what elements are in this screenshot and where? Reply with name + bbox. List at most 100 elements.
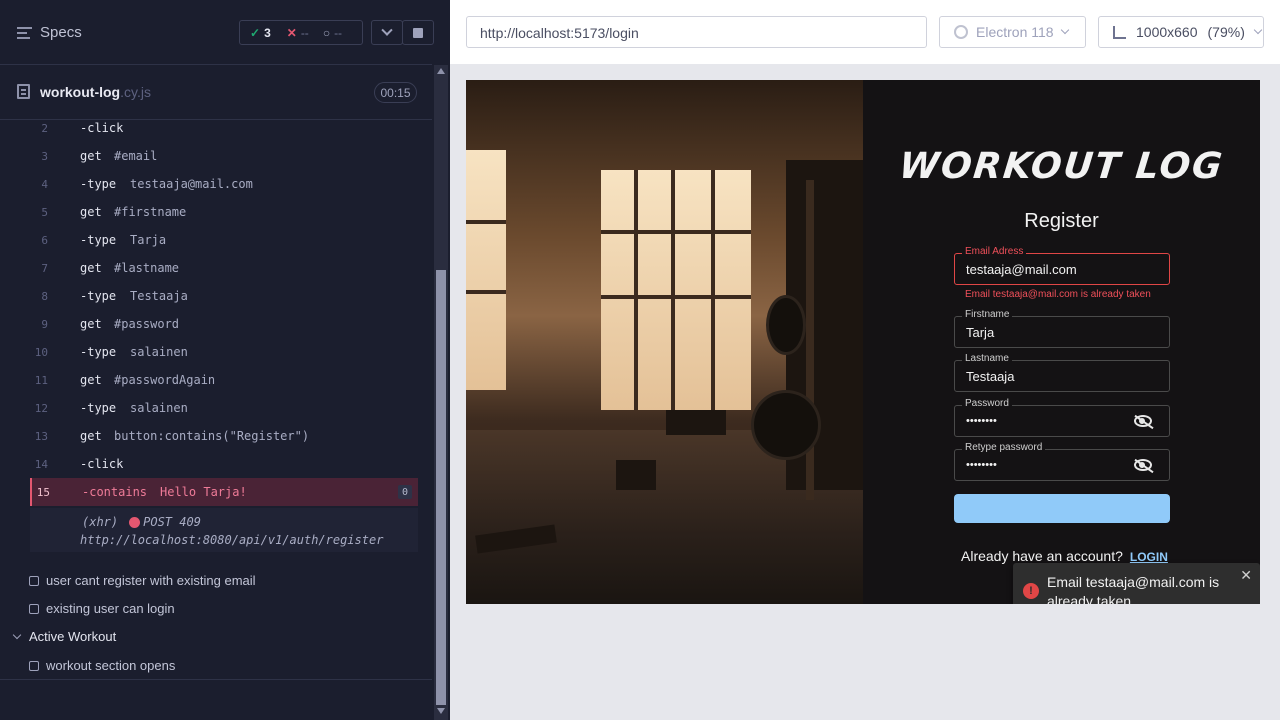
chevron-down-icon bbox=[1253, 25, 1263, 35]
browser-selector[interactable]: Electron 118 bbox=[939, 16, 1086, 48]
failed-count: -- bbox=[300, 25, 309, 40]
test-title: user cant register with existing email bbox=[46, 573, 256, 588]
retype-password-label: Retype password bbox=[962, 442, 1046, 453]
url-bar[interactable]: http://localhost:5173/login bbox=[466, 16, 927, 48]
command-row[interactable]: 11 get #passwordAgain bbox=[30, 366, 418, 394]
command-name: get bbox=[80, 373, 102, 387]
request-failed-dot-icon bbox=[129, 516, 141, 528]
visibility-off-icon[interactable] bbox=[1134, 415, 1152, 427]
command-row[interactable]: 7 get #lastname bbox=[30, 254, 418, 282]
password-field[interactable]: Password •••••••• bbox=[954, 398, 1170, 437]
spec-file-name[interactable]: workout-log.cy.js bbox=[40, 84, 151, 100]
stop-button[interactable] bbox=[402, 20, 434, 45]
command-name: -click bbox=[80, 121, 124, 135]
divider bbox=[0, 679, 432, 680]
ruler-icon bbox=[1113, 25, 1126, 39]
test-status-icon bbox=[29, 660, 39, 671]
command-number: 3 bbox=[41, 149, 48, 163]
collapse-button[interactable] bbox=[371, 20, 403, 45]
command-number: 8 bbox=[41, 289, 48, 303]
command-row[interactable]: 4 -type testaaja@mail.com bbox=[30, 170, 418, 198]
command-message: testaaja@mail.com bbox=[130, 177, 253, 191]
command-row[interactable]: 8 -type Testaaja bbox=[30, 282, 418, 310]
command-row-failed[interactable]: 15 -contains Hello Tarja! 0 bbox=[30, 478, 418, 506]
test-item[interactable]: workout section opens bbox=[29, 658, 175, 673]
command-row[interactable]: 6 -type Tarja bbox=[30, 226, 418, 254]
form-title: Register bbox=[1024, 210, 1099, 232]
command-row[interactable]: 14 -click bbox=[30, 450, 418, 478]
scrollbar-thumb[interactable] bbox=[436, 270, 446, 705]
command-number: 11 bbox=[34, 373, 48, 387]
gym-photo bbox=[466, 80, 863, 604]
chevron-down-icon bbox=[1060, 25, 1069, 35]
command-name: -type bbox=[80, 289, 117, 303]
command-name: -type bbox=[80, 401, 117, 415]
viewport-selector[interactable]: 1000x660 (79%) bbox=[1098, 16, 1264, 48]
lastname-value: Testaaja bbox=[966, 369, 1015, 384]
command-message: #email bbox=[114, 149, 158, 163]
command-row[interactable]: 5 get #firstname bbox=[30, 198, 418, 226]
login-prompt: Already have an account? LOGIN bbox=[961, 548, 1168, 564]
login-link[interactable]: LOGIN bbox=[1130, 550, 1168, 564]
firstname-value: Tarja bbox=[966, 325, 995, 340]
already-account-text: Already have an account? bbox=[961, 548, 1123, 564]
command-row[interactable]: 13 get button:contains("Register") bbox=[30, 422, 418, 450]
command-message: salainen bbox=[130, 345, 188, 359]
runner-header: Specs ✓ 3 ✕ -- ○ -- bbox=[0, 0, 434, 65]
command-name: get bbox=[80, 429, 102, 443]
file-ext-text: .cy.js bbox=[120, 84, 151, 100]
scroll-down-arrow-icon[interactable] bbox=[437, 708, 445, 714]
lastname-label: Lastname bbox=[962, 353, 1012, 364]
command-number: 15 bbox=[36, 485, 50, 499]
command-message: Tarja bbox=[130, 233, 167, 247]
test-status-icon bbox=[29, 603, 39, 614]
email-field[interactable]: Email Adress testaaja@mail.com bbox=[954, 246, 1170, 285]
visibility-off-icon[interactable] bbox=[1134, 459, 1152, 471]
command-row[interactable]: 12 -type salainen bbox=[30, 394, 418, 422]
firstname-field[interactable]: Firstname Tarja bbox=[954, 309, 1170, 348]
command-number: 4 bbox=[41, 177, 48, 191]
test-stats: ✓ 3 ✕ -- ○ -- bbox=[239, 20, 363, 45]
specs-button[interactable]: Specs bbox=[17, 24, 82, 41]
command-message: Hello Tarja! bbox=[160, 485, 247, 499]
command-name: -type bbox=[80, 233, 117, 247]
command-row[interactable]: 10 -type salainen bbox=[30, 338, 418, 366]
test-item[interactable]: existing user can login bbox=[29, 601, 175, 616]
email-value: testaaja@mail.com bbox=[966, 262, 1077, 277]
error-toast: ! Email testaaja@mail.com is already tak… bbox=[1013, 563, 1260, 604]
retype-password-field[interactable]: Retype password •••••••• bbox=[954, 442, 1170, 481]
pending-spinner-icon: ○ bbox=[322, 25, 331, 40]
command-name: -type bbox=[80, 177, 117, 191]
command-message: Testaaja bbox=[130, 289, 188, 303]
chevron-down-icon bbox=[381, 24, 393, 36]
password-value: •••••••• bbox=[966, 415, 997, 427]
command-number: 5 bbox=[41, 205, 48, 219]
command-name: get bbox=[80, 205, 102, 219]
test-status-icon bbox=[29, 575, 39, 586]
register-button[interactable] bbox=[954, 494, 1170, 523]
lastname-field[interactable]: Lastname Testaaja bbox=[954, 353, 1170, 392]
command-row[interactable]: 2 -click bbox=[30, 114, 418, 142]
failed-x-icon: ✕ bbox=[286, 25, 297, 40]
element-count-badge: 0 bbox=[398, 485, 412, 499]
command-number: 10 bbox=[34, 345, 48, 359]
register-form-panel: WORKOUT LOG Register Email Adress testaa… bbox=[863, 80, 1260, 604]
xhr-log-entry[interactable]: (xhr) POST 409 http://localhost:8080/api/… bbox=[30, 508, 418, 552]
browser-name: Electron 118 bbox=[976, 24, 1054, 40]
command-row[interactable]: 9 get #password bbox=[30, 310, 418, 338]
suite-header[interactable]: Active Workout bbox=[12, 629, 116, 644]
test-item[interactable]: user cant register with existing email bbox=[29, 573, 256, 588]
spec-file-header: workout-log.cy.js 00:15 bbox=[0, 66, 432, 120]
command-row[interactable]: 3 get #email bbox=[30, 142, 418, 170]
command-message: salainen bbox=[130, 401, 188, 415]
scroll-up-arrow-icon[interactable] bbox=[437, 68, 445, 74]
file-icon bbox=[17, 84, 30, 99]
close-icon[interactable]: ✕ bbox=[1240, 567, 1252, 584]
email-label: Email Adress bbox=[962, 246, 1027, 257]
toast-message: Email testaaja@mail.com is already taken bbox=[1047, 574, 1220, 604]
command-number: 13 bbox=[34, 429, 48, 443]
passed-count: 3 bbox=[264, 25, 271, 40]
command-log-panel: Specs ✓ 3 ✕ -- ○ -- workout-log.cy.js 00… bbox=[0, 0, 450, 720]
stop-icon bbox=[413, 27, 423, 38]
xhr-url: http://localhost:8080/api/v1/auth/regist… bbox=[80, 533, 384, 547]
